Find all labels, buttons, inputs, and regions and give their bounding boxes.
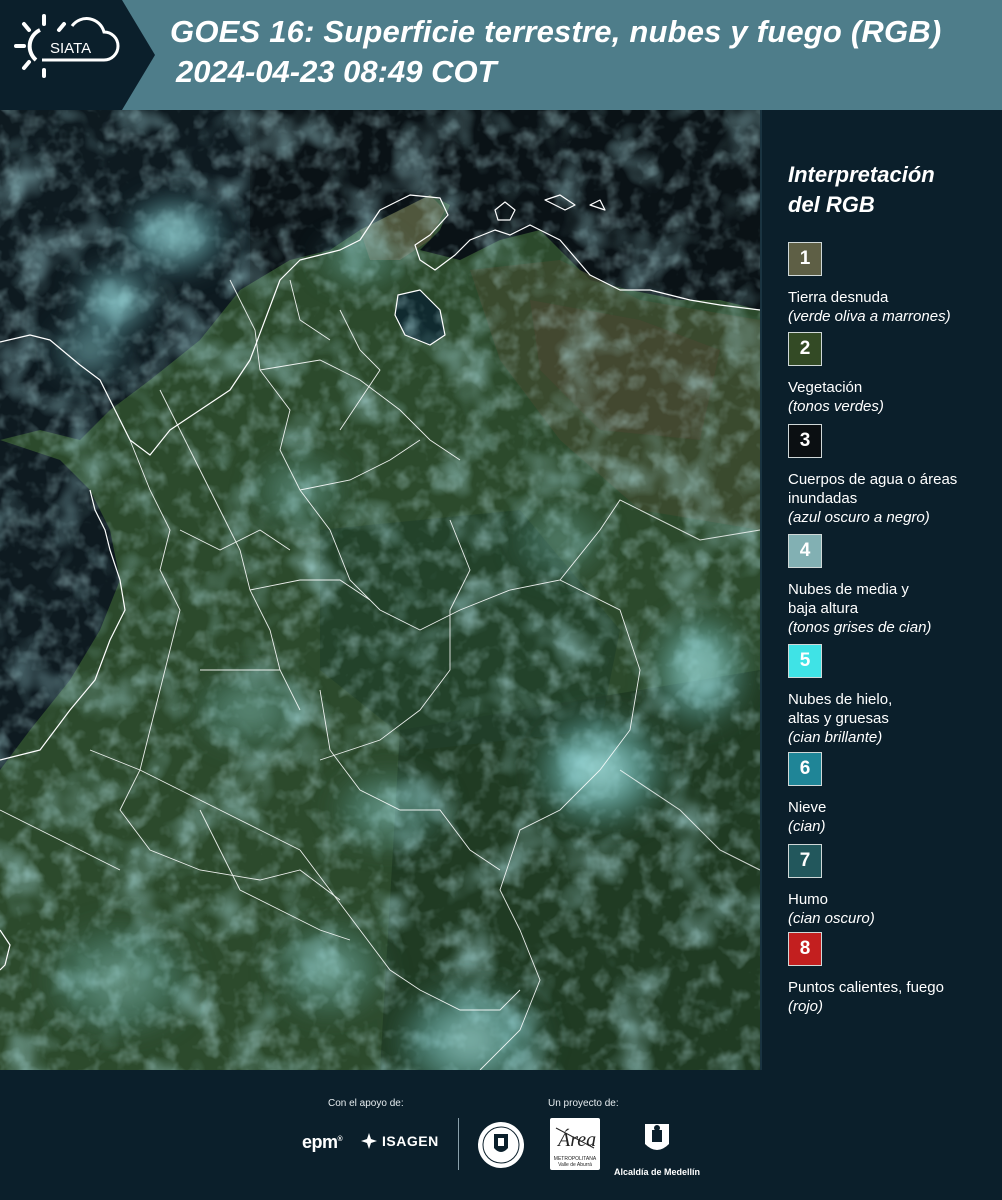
header-bar: SIATA GOES 16: Superficie terrestre, nub… xyxy=(0,0,1002,110)
legend-title: Interpretación del RGB xyxy=(788,162,935,217)
satellite-map xyxy=(0,110,760,1070)
legend-item-label: Puntos calientes, fuego xyxy=(788,979,944,996)
legend-swatch: 1 xyxy=(788,242,822,276)
legend-item-label: Humo xyxy=(788,891,829,908)
legend-item-label: Cuerpos de agua o áreas inundadas xyxy=(788,471,958,507)
legend-item-label: Nubes de media y baja altura xyxy=(788,581,909,617)
legend-item-snow: 6 Nieve (cian) xyxy=(788,752,998,836)
legend-item-note: (azul oscuro a negro) xyxy=(788,509,930,526)
legend-item-label: Nubes de hielo, altas y gruesas xyxy=(788,691,893,727)
epm-logo: epm® xyxy=(302,1132,343,1152)
isagen-logo: ISAGEN xyxy=(360,1132,439,1150)
footer: Con el apoyo de: Un proyecto de: epm® IS… xyxy=(0,1070,1002,1200)
siata-logo: SIATA xyxy=(0,0,160,110)
legend-item-fire: 8 Puntos calientes, fuego (rojo) xyxy=(788,932,998,1016)
legend-item-note: (cian) xyxy=(788,818,826,835)
legend-swatch: 7 xyxy=(788,844,822,878)
legend-item-bare-soil: 1 Tierra desnuda (verde oliva a marrones… xyxy=(788,242,998,326)
legend-swatch: 4 xyxy=(788,534,822,568)
legend-item-smoke: 7 Humo (cian oscuro) xyxy=(788,844,998,928)
legend: Interpretación del RGB 1 Tierra desnuda … xyxy=(788,160,998,1015)
legend-item-note: (tonos verdes) xyxy=(788,398,884,415)
legend-item-label: Vegetación xyxy=(788,379,863,396)
legend-item-note: (rojo) xyxy=(788,998,824,1015)
project-label: Un proyecto de: xyxy=(548,1098,619,1109)
legend-swatch: 5 xyxy=(788,644,822,678)
medellin-coat-of-arms-icon xyxy=(645,1124,669,1150)
legend-swatch: 3 xyxy=(788,424,822,458)
legend-item-label: Nieve xyxy=(788,799,827,816)
siata-logo-text: SIATA xyxy=(50,40,91,57)
university-seal-logo xyxy=(476,1120,526,1175)
legend-swatch: 6 xyxy=(788,752,822,786)
legend-item-note: (cian oscuro) xyxy=(788,910,875,927)
support-label: Con el apoyo de: xyxy=(328,1098,404,1109)
page-title: GOES 16: Superficie terrestre, nubes y f… xyxy=(170,14,942,49)
footer-separator xyxy=(458,1118,459,1170)
legend-item-mid-low-clouds: 4 Nubes de media y baja altura (tonos gr… xyxy=(788,534,998,637)
legend-item-ice-clouds: 5 Nubes de hielo, altas y gruesas (cian … xyxy=(788,644,998,747)
map-divider xyxy=(760,110,762,1070)
legend-swatch: 2 xyxy=(788,332,822,366)
isagen-icon xyxy=(361,1133,377,1149)
timestamp: 2024-04-23 08:49 COT xyxy=(176,54,497,89)
legend-item-water: 3 Cuerpos de agua o áreas inundadas (azu… xyxy=(788,424,998,527)
legend-item-note: (verde oliva a marrones) xyxy=(788,308,951,325)
legend-item-vegetation: 2 Vegetación (tonos verdes) xyxy=(788,332,998,416)
area-metropolitana-logo: Área METROPOLITANA Valle de Aburrá xyxy=(550,1118,600,1170)
legend-swatch: 8 xyxy=(788,932,822,966)
legend-item-note: (cian brillante) xyxy=(788,729,883,746)
legend-item-label: Tierra desnuda xyxy=(788,289,889,306)
legend-item-note: (tonos grises de cian) xyxy=(788,619,932,636)
alcaldia-medellin-logo: Alcaldía de Medellín xyxy=(612,1120,702,1177)
